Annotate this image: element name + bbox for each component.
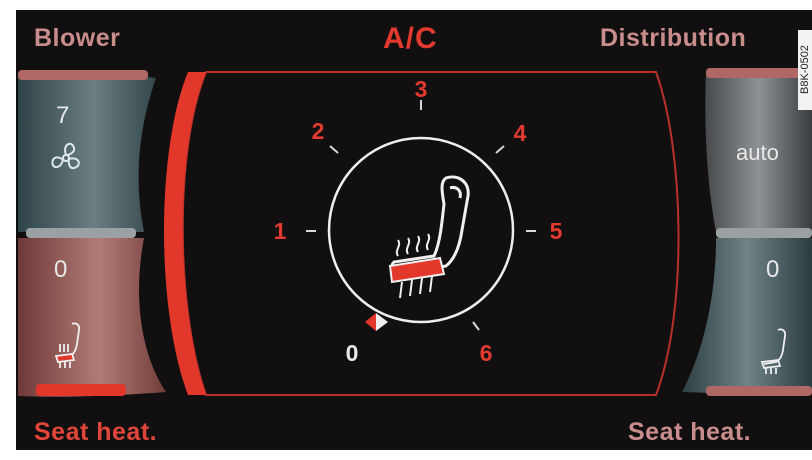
center-frame — [164, 71, 680, 396]
seat-heat-right-label: Seat heat. — [628, 418, 752, 446]
dial-label-6: 6 — [479, 340, 493, 366]
seat-heat-left-indicator — [36, 384, 126, 396]
blower-cap — [18, 70, 148, 80]
distribution-value: auto — [736, 140, 779, 165]
figure-code: B8K-0502 — [798, 30, 812, 110]
ac-title[interactable]: A/C — [383, 22, 438, 56]
seat-heat-left-value: 0 — [54, 256, 68, 283]
blower-title: Blower — [34, 24, 121, 52]
right-divider — [716, 228, 812, 238]
distribution-cap — [706, 68, 812, 78]
right-control-column — [682, 68, 812, 396]
climate-control-screen: Blower A/C Distribution Seat heat. Seat … — [16, 10, 812, 450]
seat-heat-left-control[interactable] — [18, 238, 166, 397]
dial-label-0: 0 — [345, 340, 359, 366]
dial-pointer-icon — [365, 313, 376, 331]
dial-label-4: 4 — [513, 120, 527, 146]
blower-control[interactable] — [18, 72, 156, 233]
left-control-column — [18, 70, 166, 397]
seat-heat-right-control[interactable] — [682, 238, 812, 394]
seat-heat-right-value: 0 — [766, 256, 780, 283]
heated-seat-center-icon — [388, 175, 470, 299]
dial-label-1: 1 — [273, 218, 287, 244]
distribution-title: Distribution — [600, 24, 747, 52]
blower-value: 7 — [56, 102, 70, 129]
seat-heat-dial[interactable] — [306, 100, 536, 331]
seat-heat-right-indicator — [706, 386, 812, 396]
dial-label-5: 5 — [549, 218, 563, 244]
seat-heat-left-label: Seat heat. — [34, 418, 158, 446]
seat-heat-level-bar — [164, 72, 206, 395]
left-divider — [26, 228, 136, 238]
dial-label-2: 2 — [311, 118, 325, 144]
dial-label-3: 3 — [414, 76, 428, 102]
